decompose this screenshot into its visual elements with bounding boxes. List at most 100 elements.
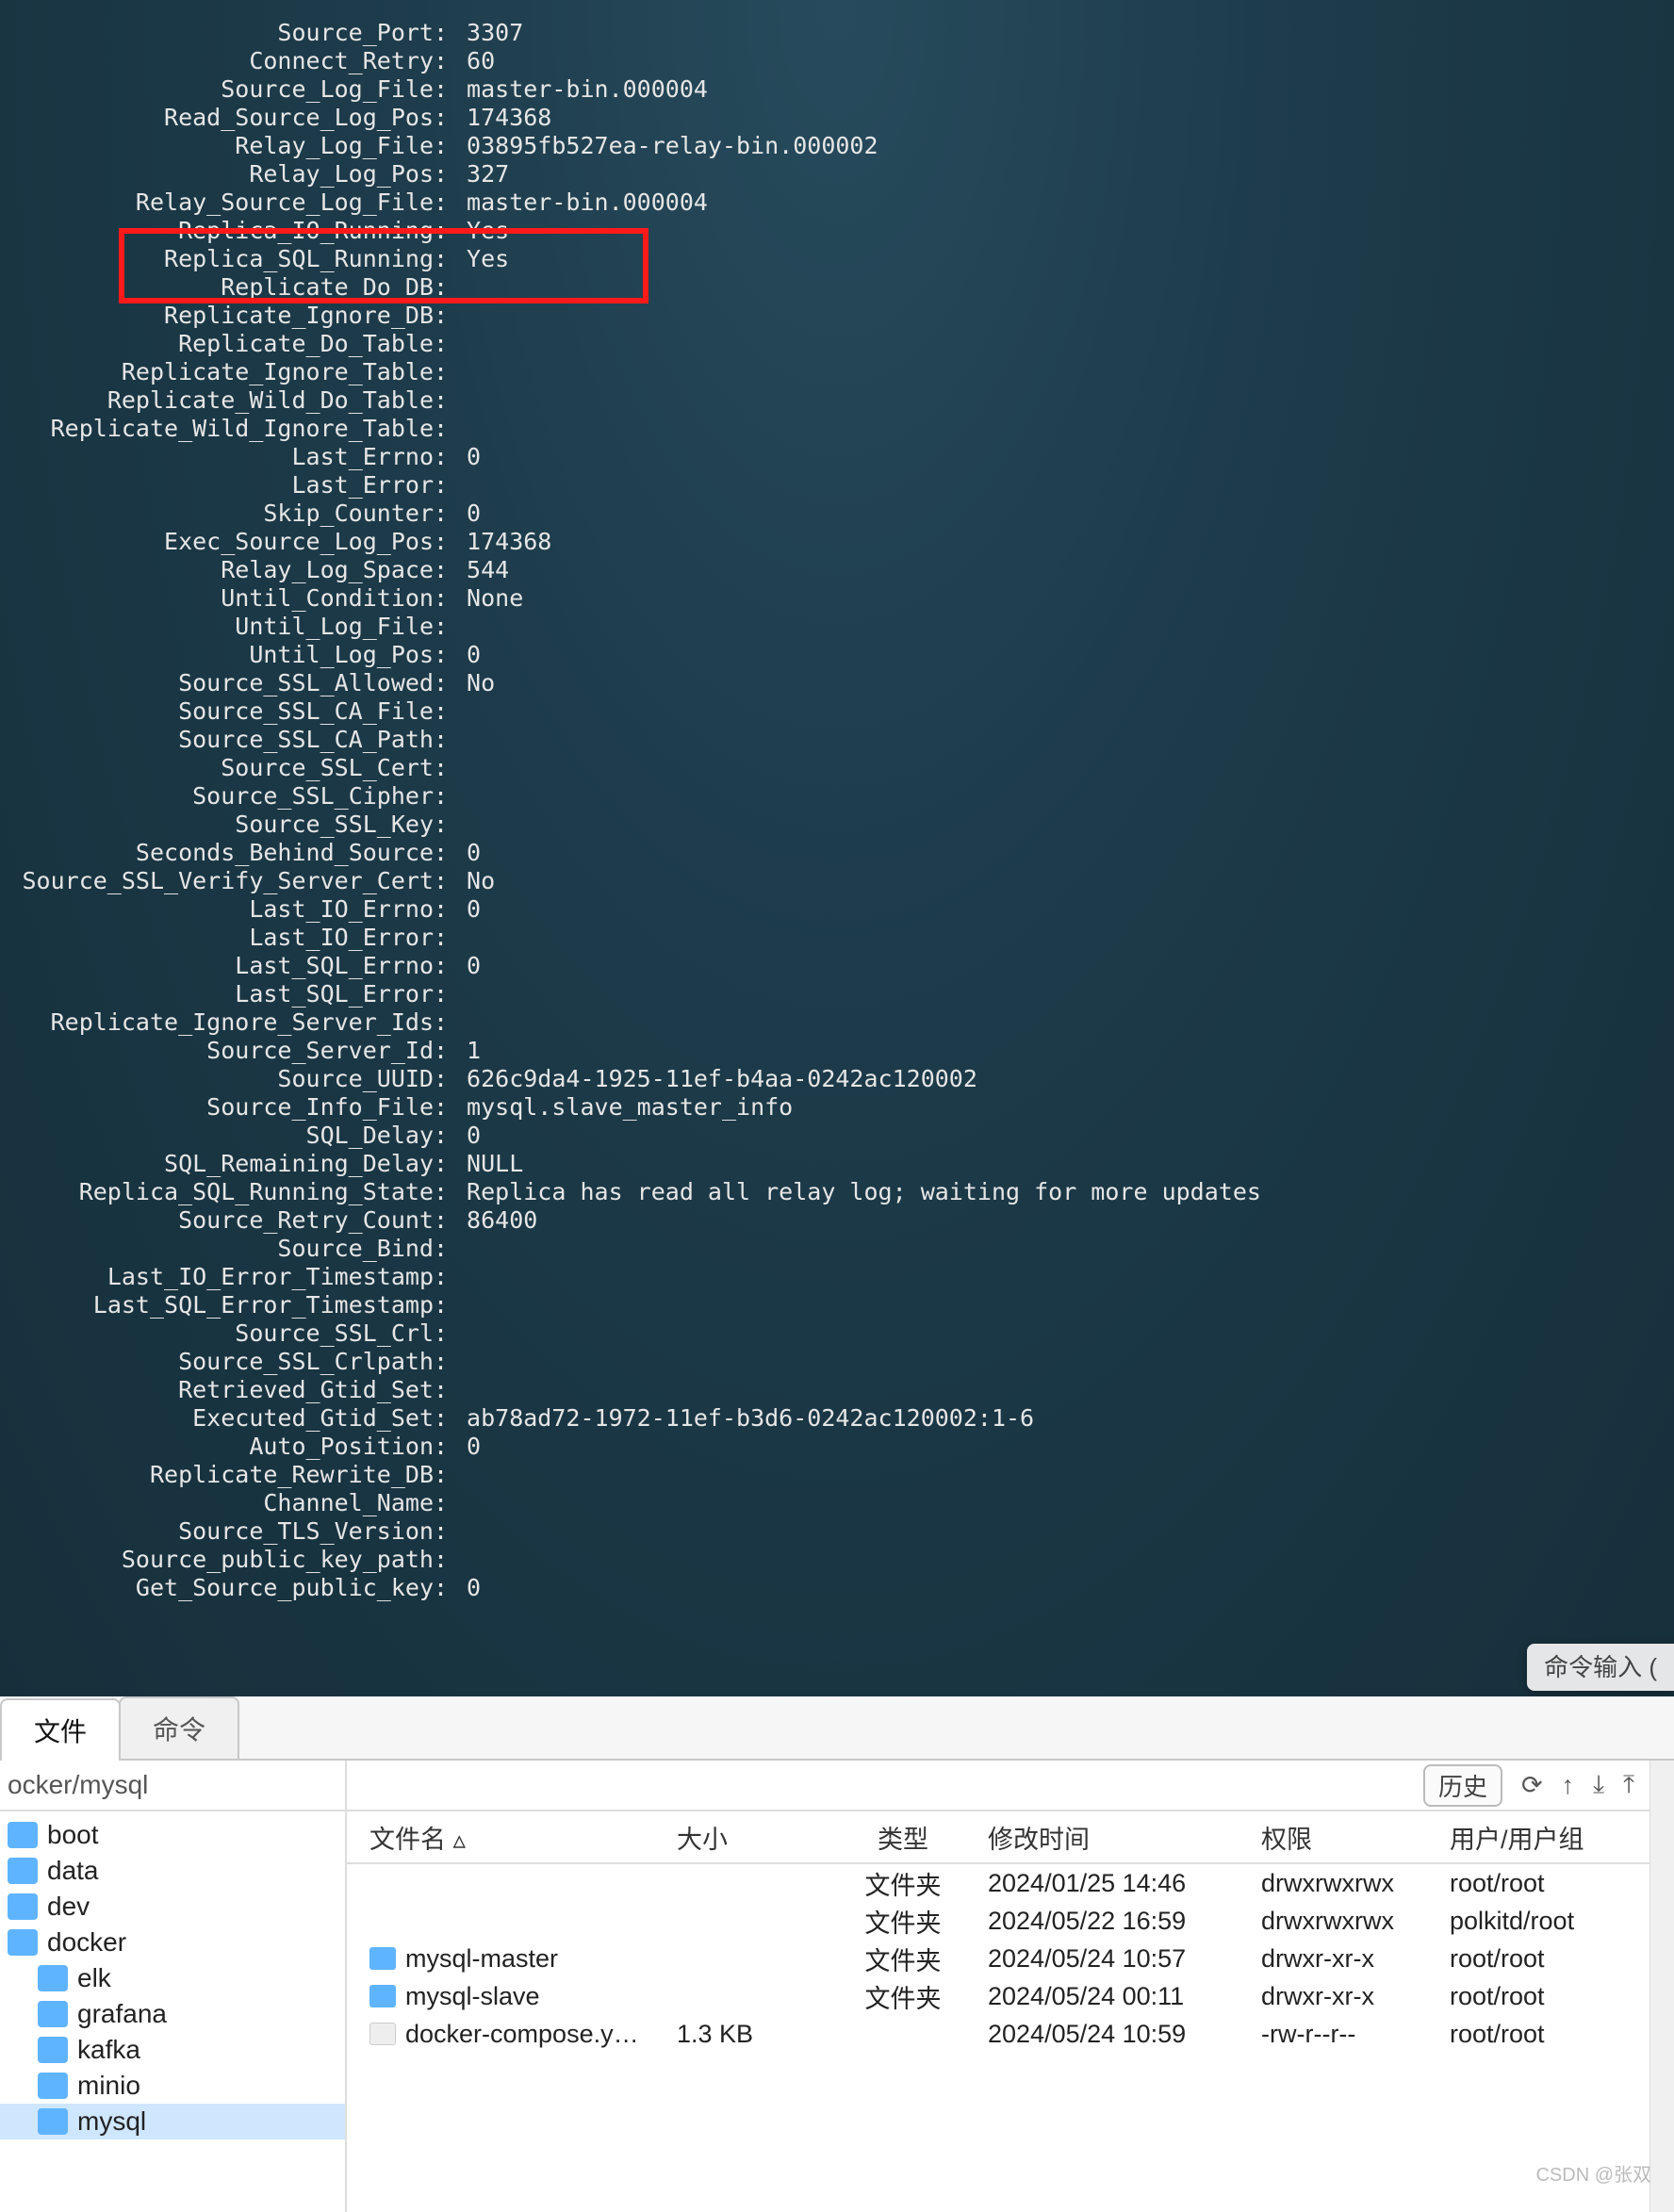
status-value bbox=[452, 1235, 1674, 1263]
file-name: mysql-slave bbox=[405, 1982, 540, 2011]
tree-item[interactable]: minio bbox=[0, 2068, 345, 2104]
status-value bbox=[452, 1546, 1674, 1574]
terminal-output[interactable]: Source_Port: 3307Connect_Retry: 60Source… bbox=[0, 0, 1674, 1696]
col-type[interactable]: 类型 bbox=[818, 1819, 988, 1856]
tree-item[interactable]: data bbox=[0, 1853, 345, 1889]
status-label: Until_Condition bbox=[0, 584, 434, 613]
col-perm[interactable]: 权限 bbox=[1261, 1819, 1450, 1856]
status-label: Replica_SQL_Running bbox=[0, 245, 434, 273]
tree-item[interactable]: mysql bbox=[0, 2104, 345, 2139]
file-list-toolbar: 历史 ⟳ ↑ ⤓ ⤒ bbox=[347, 1761, 1649, 1811]
path-input[interactable] bbox=[8, 1770, 348, 1800]
status-value bbox=[452, 415, 1674, 443]
status-value bbox=[452, 1517, 1674, 1546]
tree-item[interactable]: boot bbox=[0, 1817, 345, 1853]
tree-scrollbar[interactable] bbox=[1649, 1761, 1674, 2212]
upload-icon[interactable]: ⤒ bbox=[1623, 1770, 1634, 1800]
status-value: 174368 bbox=[452, 528, 1674, 556]
folder-icon bbox=[38, 2073, 68, 2099]
file-mtime: 2024/05/24 10:57 bbox=[988, 1944, 1261, 1974]
status-value: Yes bbox=[452, 245, 1674, 273]
status-value: 544 bbox=[452, 556, 1674, 584]
download-icon[interactable]: ⤓ bbox=[1593, 1770, 1604, 1800]
tree-item-label: elk bbox=[77, 1963, 111, 1993]
watermark: CSDN @张双 bbox=[1535, 2159, 1651, 2187]
status-value: master-bin.000004 bbox=[452, 188, 1674, 217]
status-row: Auto_Position: 0 bbox=[0, 1433, 1674, 1461]
table-row[interactable]: mysql-slave文件夹2024/05/24 00:11drwxr-xr-x… bbox=[347, 1977, 1649, 2015]
status-value: mysql.slave_master_info bbox=[452, 1093, 1674, 1122]
status-label: Last_IO_Error bbox=[0, 924, 434, 952]
status-row: Last_SQL_Errno: 0 bbox=[0, 952, 1674, 980]
status-label: Source_SSL_Cipher bbox=[0, 782, 434, 811]
status-row: Source_SSL_CA_File: bbox=[0, 697, 1674, 726]
status-label: Last_IO_Errno bbox=[0, 895, 434, 924]
folder-icon bbox=[38, 2037, 68, 2063]
status-value: 0 bbox=[452, 443, 1674, 471]
status-value: 174368 bbox=[452, 104, 1674, 132]
tree-item[interactable]: elk bbox=[0, 1960, 345, 1996]
history-button[interactable]: 历史 bbox=[1423, 1764, 1502, 1807]
tree-item[interactable]: docker bbox=[0, 1925, 345, 1960]
status-label: Replica_IO_Running bbox=[0, 217, 434, 245]
tree-item[interactable]: grafana bbox=[0, 1996, 345, 2032]
folder-icon bbox=[38, 1965, 68, 1991]
col-mtime[interactable]: 修改时间 bbox=[988, 1819, 1261, 1856]
tree-item-label: boot bbox=[47, 1820, 99, 1850]
folder-tree[interactable]: bootdatadevdockerelkgrafanakafkaminiomys… bbox=[0, 1811, 345, 2212]
status-value bbox=[452, 273, 1674, 302]
status-value: 03895fb527ea-relay-bin.000002 bbox=[452, 132, 1674, 160]
status-row: Replicate_Do_Table: bbox=[0, 330, 1674, 358]
status-row: Replica_SQL_Running: Yes bbox=[0, 245, 1674, 273]
table-row[interactable]: mysql-master文件夹2024/05/24 10:57drwxr-xr-… bbox=[347, 1940, 1649, 1977]
status-value: 1 bbox=[452, 1037, 1674, 1065]
status-value bbox=[452, 330, 1674, 358]
status-row: Relay_Log_Space: 544 bbox=[0, 556, 1674, 584]
status-label: Source_SSL_Crl bbox=[0, 1319, 434, 1348]
tree-item[interactable]: kafka bbox=[0, 2032, 345, 2068]
table-row[interactable]: 文件夹2024/01/25 14:46drwxrwxrwxroot/root bbox=[347, 1864, 1649, 1902]
table-row[interactable]: docker-compose.y…1.3 KB2024/05/24 10:59-… bbox=[347, 2015, 1649, 2053]
status-row: Relay_Log_File: 03895fb527ea-relay-bin.0… bbox=[0, 132, 1674, 160]
status-value bbox=[452, 1263, 1674, 1291]
status-label: Until_Log_File bbox=[0, 613, 434, 641]
status-label: Source_Server_Id bbox=[0, 1037, 434, 1065]
col-name[interactable]: 文件名 bbox=[369, 1826, 446, 1854]
status-row: Relay_Source_Log_File: master-bin.000004 bbox=[0, 188, 1674, 217]
status-value bbox=[452, 386, 1674, 415]
tree-item[interactable]: dev bbox=[0, 1889, 345, 1925]
command-input-hint[interactable]: 命令输入 ( bbox=[1527, 1644, 1674, 1691]
status-value bbox=[452, 1461, 1674, 1489]
status-label: Source_TLS_Version bbox=[0, 1517, 434, 1546]
file-type: 文件夹 bbox=[818, 1978, 988, 2015]
folder-icon bbox=[369, 1947, 396, 1970]
file-list-body[interactable]: 文件夹2024/01/25 14:46drwxrwxrwxroot/root文件… bbox=[347, 1864, 1649, 2053]
folder-icon bbox=[38, 2108, 68, 2135]
status-label: Source_SSL_Crlpath bbox=[0, 1348, 434, 1376]
status-row: SQL_Remaining_Delay: NULL bbox=[0, 1150, 1674, 1178]
status-value bbox=[452, 754, 1674, 782]
status-row: Replicate_Do_DB: bbox=[0, 273, 1674, 302]
tab-file[interactable]: 文件 bbox=[0, 1698, 121, 1761]
status-value: 626c9da4-1925-11ef-b4aa-0242ac120002 bbox=[452, 1065, 1674, 1093]
status-value bbox=[452, 1319, 1674, 1348]
status-row: Executed_Gtid_Set: ab78ad72-1972-11ef-b3… bbox=[0, 1404, 1674, 1433]
folder-tree-panel: bootdatadevdockerelkgrafanakafkaminiomys… bbox=[0, 1761, 347, 2212]
status-label: Channel_Name bbox=[0, 1489, 434, 1517]
tab-command[interactable]: 命令 bbox=[119, 1696, 239, 1759]
table-row[interactable]: 文件夹2024/05/22 16:59drwxrwxrwxpolkitd/roo… bbox=[347, 1902, 1649, 1940]
status-row: Replica_SQL_Running_State: Replica has r… bbox=[0, 1178, 1674, 1206]
status-label: Source_SSL_Verify_Server_Cert bbox=[0, 867, 434, 895]
status-row: Until_Log_File: bbox=[0, 613, 1674, 641]
file-mtime: 2024/05/22 16:59 bbox=[988, 1907, 1261, 1936]
status-value bbox=[452, 1291, 1674, 1319]
status-row: Last_IO_Error: bbox=[0, 924, 1674, 952]
status-value bbox=[452, 471, 1674, 500]
col-size[interactable]: 大小 bbox=[677, 1819, 818, 1856]
file-type: 文件夹 bbox=[818, 1903, 988, 1940]
status-value bbox=[452, 613, 1674, 641]
status-value: Replica has read all relay log; waiting … bbox=[452, 1178, 1674, 1206]
col-owner[interactable]: 用户/用户组 bbox=[1450, 1819, 1649, 1856]
refresh-icon[interactable]: ⟳ bbox=[1521, 1771, 1543, 1800]
up-icon[interactable]: ↑ bbox=[1562, 1771, 1575, 1800]
